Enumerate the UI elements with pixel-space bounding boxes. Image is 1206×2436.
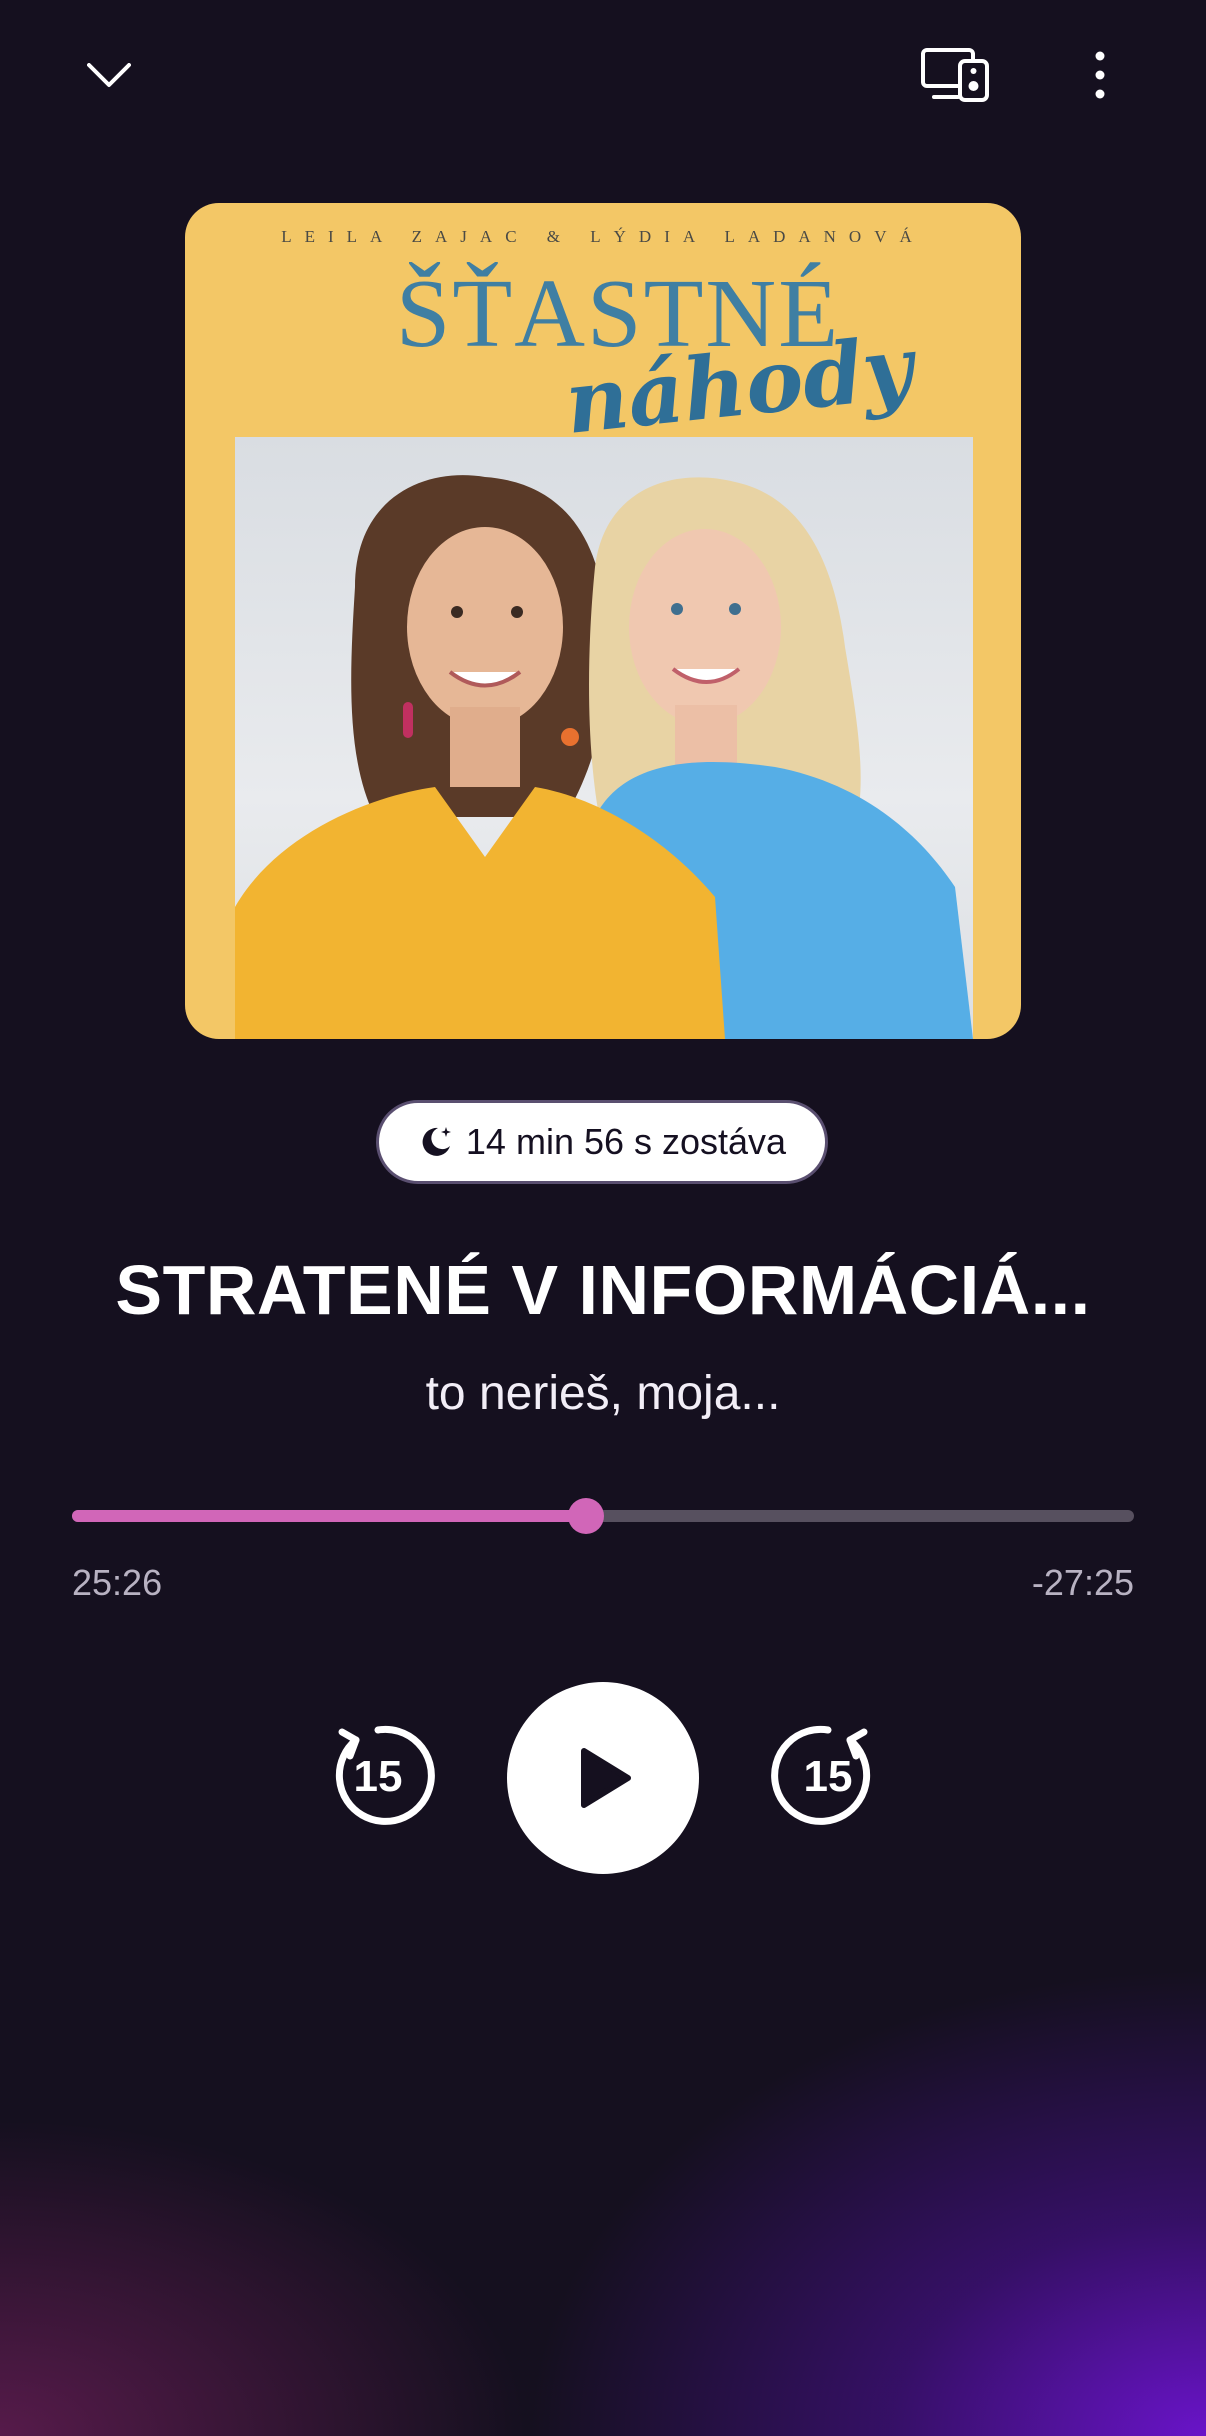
- devices-cast-icon: [921, 48, 989, 102]
- play-button[interactable]: [507, 1682, 699, 1874]
- play-icon: [581, 1748, 631, 1808]
- progress-fill: [72, 1510, 586, 1522]
- cast-devices-button[interactable]: [900, 30, 1010, 120]
- hosts-photo-illustration: [235, 475, 973, 1039]
- more-options-button[interactable]: [1060, 30, 1140, 120]
- podcast-subtitle[interactable]: to nerieš, moja...: [60, 1362, 1146, 1426]
- remaining-time: -27:25: [1031, 1562, 1134, 1603]
- playback-progress-bar[interactable]: [72, 1498, 1134, 1534]
- artwork-photo: [235, 437, 973, 1039]
- more-vertical-icon: [1095, 51, 1105, 99]
- sleep-timer-button[interactable]: 14 min 56 s zostáva: [376, 1100, 828, 1184]
- episode-title: STRATENÉ V INFORMÁCIÁ...: [115, 1251, 1091, 1329]
- chevron-down-icon: [87, 63, 131, 87]
- sleep-timer-label: 14 min 56 s zostáva: [465, 1121, 787, 1162]
- sleep-moon-icon: [422, 1127, 451, 1156]
- elapsed-time: 25:26: [72, 1562, 163, 1603]
- forward-15-button[interactable]: 15: [770, 1718, 886, 1834]
- forward-seconds-label: 15: [803, 1752, 853, 1801]
- collapse-player-button[interactable]: [64, 36, 154, 116]
- rewind-seconds-label: 15: [353, 1752, 403, 1801]
- artwork-authors: LEILA ZAJAC & LÝDIA LADANOVÁ: [281, 227, 925, 246]
- rewind-15-button[interactable]: 15: [320, 1718, 436, 1834]
- progress-scrubber-handle[interactable]: [568, 1498, 604, 1534]
- podcast-artwork: LEILA ZAJAC & LÝDIA LADANOVÁ ŠŤASTNÉ náh…: [185, 203, 1021, 1039]
